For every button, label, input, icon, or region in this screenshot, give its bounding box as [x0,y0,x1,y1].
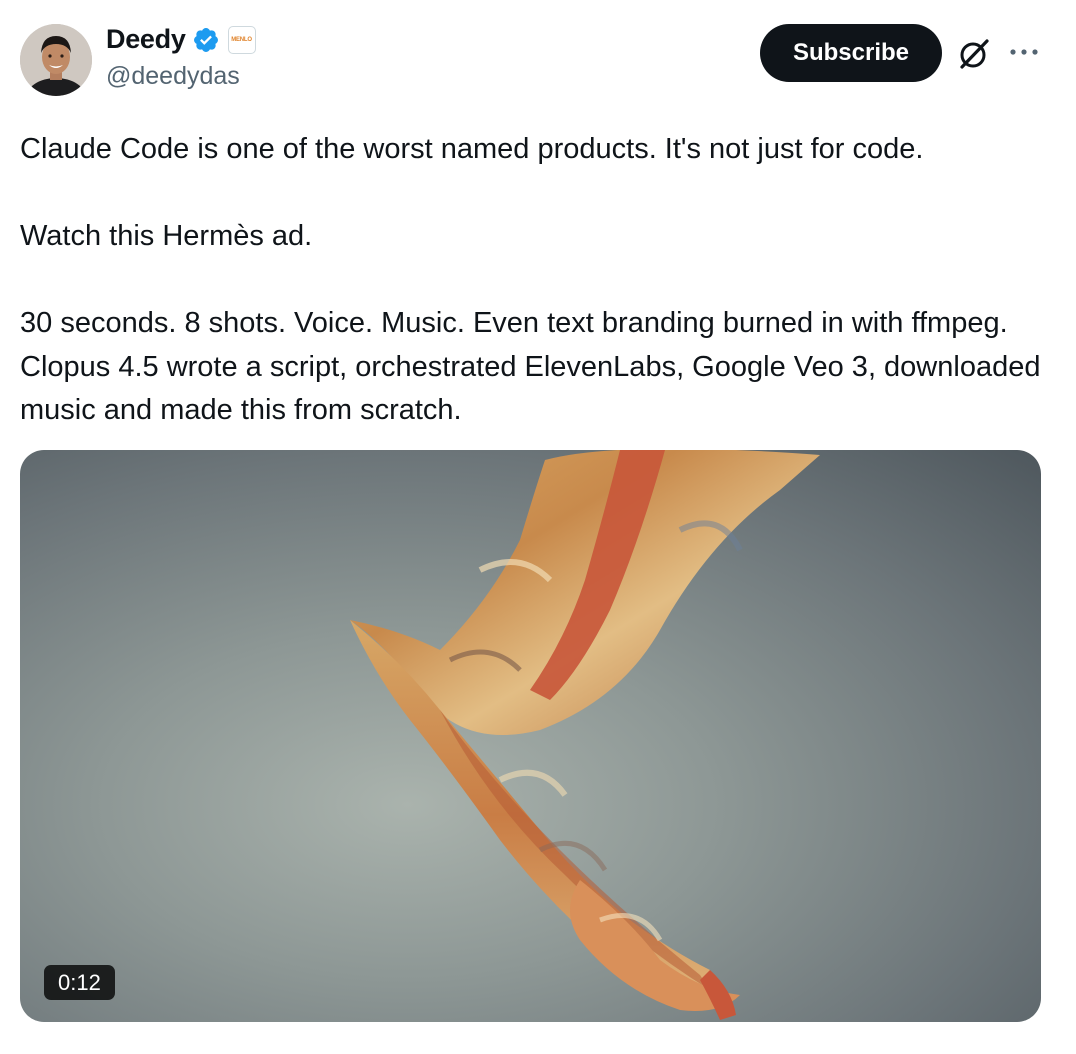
more-options-icon[interactable] [1008,40,1040,60]
video-player[interactable]: 0:12 [20,450,1041,1022]
tweet: Deedy MENLO @deedydas Subscribe Claude C… [0,0,1076,1054]
tweet-paragraph: Claude Code is one of the worst named pr… [20,133,924,165]
avatar-image [20,24,92,96]
grok-icon[interactable] [956,36,992,72]
tweet-text: Claude Code is one of the worst named pr… [20,128,1050,433]
display-name[interactable]: Deedy [106,24,186,55]
affiliation-badge-text: MENLO [231,36,252,43]
tweet-paragraph: Watch this Hermès ad. [20,220,313,252]
verified-badge-icon[interactable] [192,26,220,54]
avatar[interactable] [20,24,92,96]
video-thumbnail [350,450,820,1020]
subscribe-button[interactable]: Subscribe [760,24,942,82]
author-name-row: Deedy MENLO [106,24,256,55]
tweet-paragraph: 30 seconds. 8 shots. Voice. Music. Even … [20,307,1041,426]
affiliation-badge[interactable]: MENLO [227,25,256,54]
user-handle[interactable]: @deedydas [106,62,240,91]
video-duration-badge: 0:12 [44,965,115,1000]
